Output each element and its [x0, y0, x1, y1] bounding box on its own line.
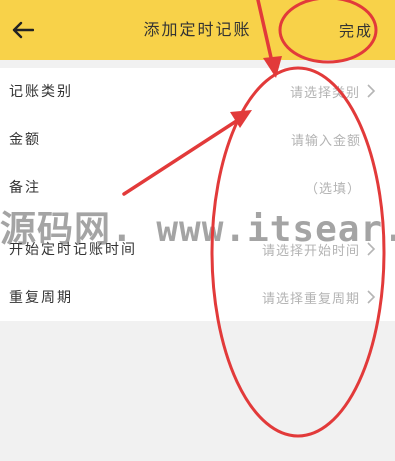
back-button[interactable]: [6, 12, 40, 48]
top-bar: [0, 0, 395, 60]
note-input[interactable]: （选填）: [305, 178, 361, 197]
category-select[interactable]: 请选择类别: [290, 82, 360, 101]
arrow-left-icon: [12, 21, 34, 39]
row-label: 开始定时记账时间: [9, 242, 137, 258]
row-label: 记账类别: [9, 84, 73, 100]
row-label: 金额: [9, 132, 41, 148]
row-start-time[interactable]: 开始定时记账时间 请选择开始时间: [0, 226, 395, 274]
chevron-right-icon: [367, 242, 376, 256]
chevron-right-icon: [367, 290, 376, 304]
row-category[interactable]: 记账类别 请选择类别: [0, 68, 395, 116]
row-label: 重复周期: [9, 290, 73, 306]
start-time-select[interactable]: 请选择开始时间: [262, 240, 360, 259]
done-button[interactable]: 完成: [339, 20, 373, 42]
row-amount[interactable]: 金额 请输入金额: [0, 116, 395, 164]
row-note[interactable]: 备注 （选填）: [0, 164, 395, 212]
row-label: 备注: [9, 180, 41, 196]
form-card: 记账类别 请选择类别 金额 请输入金额 备注 （选填） 开始定时记账时间 请选择…: [0, 68, 395, 321]
repeat-cycle-select[interactable]: 请选择重复周期: [262, 288, 360, 307]
chevron-right-icon: [367, 84, 376, 98]
amount-input[interactable]: 请输入金额: [291, 130, 361, 149]
row-repeat-cycle[interactable]: 重复周期 请选择重复周期: [0, 274, 395, 322]
